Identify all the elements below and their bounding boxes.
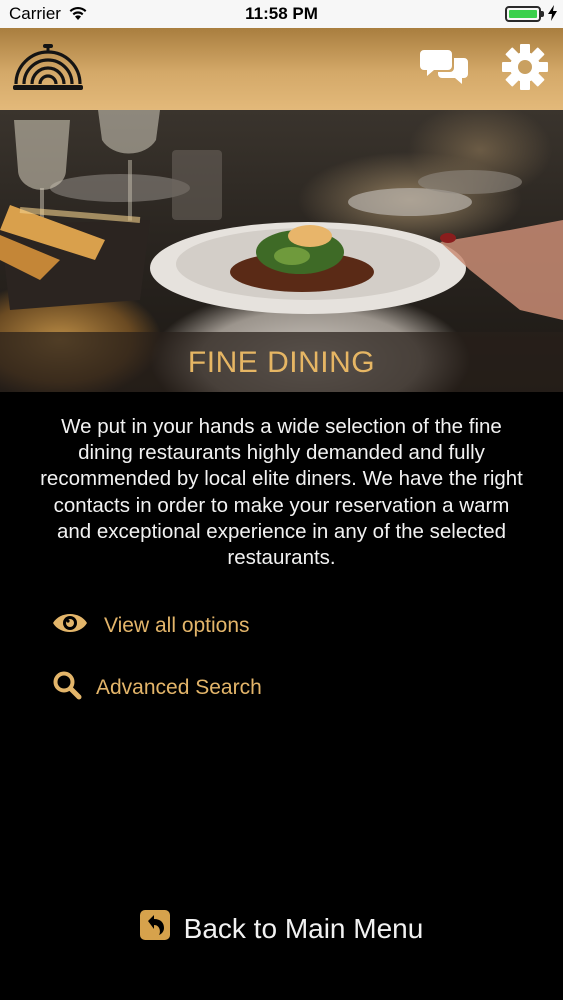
gear-icon[interactable] [500,42,550,97]
hero-image: FINE DINING [0,110,563,392]
back-to-main-menu-label: Back to Main Menu [183,912,424,944]
charging-bolt-icon [548,5,557,26]
page-title: FINE DINING [187,346,376,379]
clock-time: 11:58 PM [245,4,318,23]
eye-icon [52,610,88,642]
back-to-main-menu-button[interactable]: Back to Main Menu [0,910,563,947]
app-header [0,28,563,110]
view-all-options-link[interactable]: View all options [52,610,250,642]
category-description: We put in your hands a wide selection of… [40,415,523,570]
search-icon [52,670,82,706]
cloche-icon[interactable] [12,40,84,101]
advanced-search-link[interactable]: Advanced Search [52,670,262,706]
view-all-options-label: View all options [104,614,250,637]
battery-icon [505,6,541,22]
back-arrow-icon [139,910,170,947]
chat-bubbles-icon[interactable] [420,46,470,93]
advanced-search-label: Advanced Search [96,676,262,699]
status-bar: Carrier 11:58 PM [0,0,563,28]
